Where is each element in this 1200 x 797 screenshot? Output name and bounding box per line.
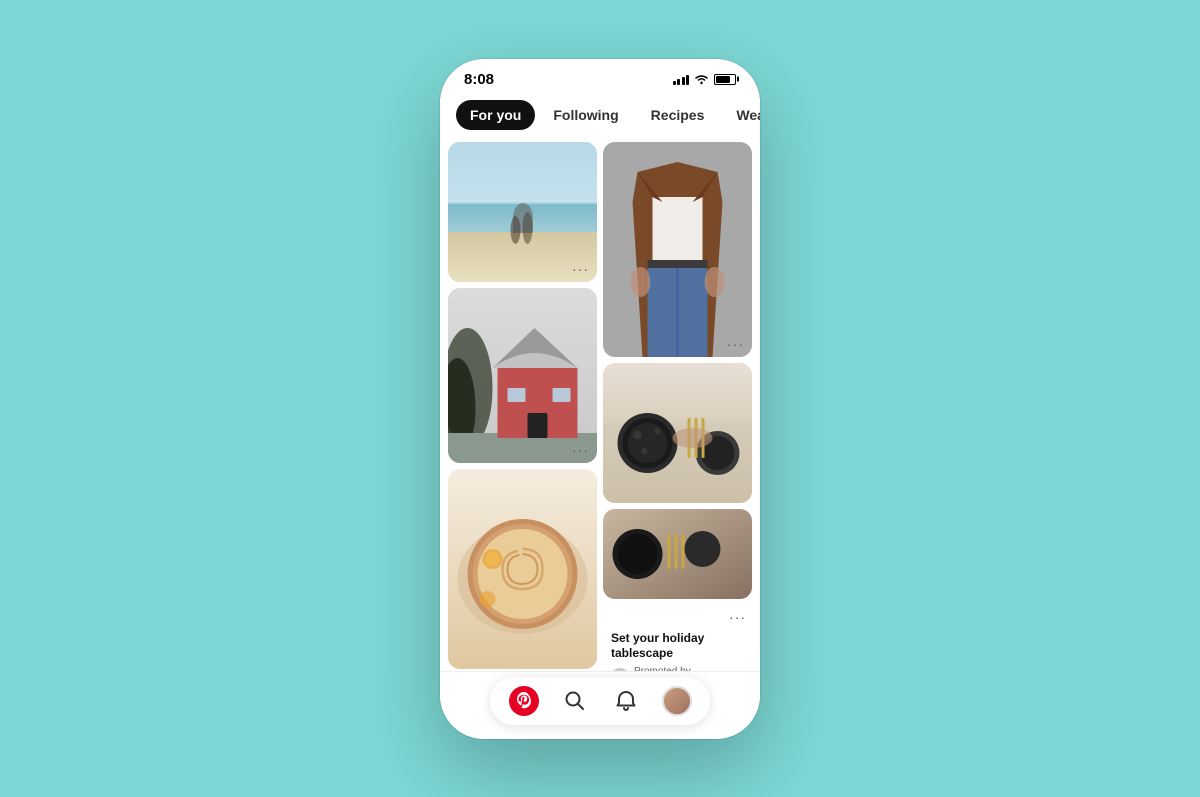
bottom-nav bbox=[440, 671, 760, 739]
pin-promoted-card[interactable]: ··· Set your holiday tablescape Promoted… bbox=[603, 605, 752, 671]
bell-nav-icon bbox=[615, 690, 637, 712]
status-bar: 8:08 bbox=[440, 59, 760, 92]
profile-avatar-icon bbox=[662, 686, 692, 716]
pin-tabletop2-card[interactable] bbox=[603, 509, 752, 599]
phone-frame: 8:08 For you Following bbox=[440, 59, 760, 739]
battery-fill bbox=[716, 76, 730, 83]
pin-fashion-image bbox=[603, 142, 752, 357]
tabletop2-scene-svg bbox=[603, 509, 752, 599]
pin-beach-card[interactable]: ··· bbox=[448, 142, 597, 282]
house-pin-menu[interactable]: ··· bbox=[572, 443, 589, 457]
pins-grid: ··· bbox=[440, 138, 760, 671]
pinterest-logo bbox=[509, 686, 539, 716]
notifications-nav-button[interactable] bbox=[606, 681, 646, 721]
tab-for-you[interactable]: For you bbox=[456, 100, 535, 130]
tab-bar: For you Following Recipes Wear bbox=[440, 92, 760, 138]
search-nav-icon bbox=[564, 690, 586, 712]
pie-scene-svg bbox=[448, 469, 597, 669]
signal-bar-1 bbox=[673, 81, 676, 85]
fashion-scene-svg bbox=[603, 142, 752, 357]
promoted-info: Set your holiday tablescape Promoted by … bbox=[603, 625, 752, 671]
fashion-pin-menu[interactable]: ··· bbox=[727, 337, 744, 351]
pinterest-p-icon bbox=[517, 692, 531, 710]
pin-tabletop2-image bbox=[603, 509, 752, 599]
signal-bar-4 bbox=[686, 75, 689, 85]
tab-wear[interactable]: Wear bbox=[722, 100, 760, 130]
signal-bar-2 bbox=[677, 79, 680, 85]
profile-nav-button[interactable] bbox=[657, 681, 697, 721]
pin-fashion-card[interactable]: ··· bbox=[603, 142, 752, 357]
house-scene-svg bbox=[448, 288, 597, 463]
pin-tabletop-image bbox=[603, 363, 752, 503]
signal-bars-icon bbox=[673, 74, 690, 85]
nav-pill bbox=[490, 677, 710, 725]
tabletop-scene-svg bbox=[603, 363, 752, 503]
home-nav-button[interactable] bbox=[504, 681, 544, 721]
wifi-icon bbox=[694, 74, 709, 85]
status-time: 8:08 bbox=[464, 71, 494, 88]
pin-pie-card[interactable] bbox=[448, 469, 597, 669]
tab-recipes[interactable]: Recipes bbox=[637, 100, 719, 130]
pins-col-left: ··· bbox=[448, 142, 597, 671]
tab-following[interactable]: Following bbox=[539, 100, 632, 130]
beach-pin-menu[interactable]: ··· bbox=[572, 262, 589, 276]
signal-bar-3 bbox=[682, 77, 685, 85]
pin-tabletop-card[interactable] bbox=[603, 363, 752, 503]
promoted-pin-menu[interactable]: ··· bbox=[603, 605, 752, 625]
pin-house-card[interactable]: ··· bbox=[448, 288, 597, 463]
pin-pie-image bbox=[448, 469, 597, 669]
battery-icon bbox=[714, 74, 736, 85]
pin-house-image bbox=[448, 288, 597, 463]
content-area: ··· bbox=[440, 138, 760, 671]
search-nav-button[interactable] bbox=[555, 681, 595, 721]
promoted-title: Set your holiday tablescape bbox=[611, 631, 744, 662]
pins-col-right: ··· bbox=[603, 142, 752, 671]
status-icons bbox=[673, 74, 737, 85]
